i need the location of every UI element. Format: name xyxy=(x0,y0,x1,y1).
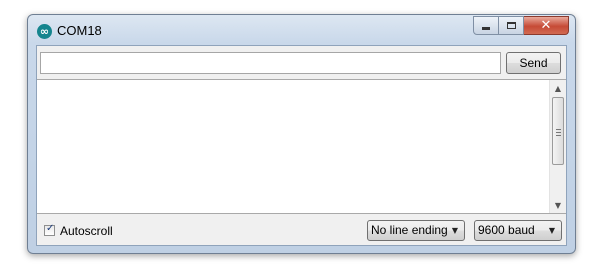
title-bar[interactable]: ∞ COM18 ✕ xyxy=(28,15,575,45)
baud-rate-value: 9600 baud xyxy=(478,223,535,237)
minimize-button[interactable] xyxy=(473,16,499,35)
line-ending-value: No line ending xyxy=(371,223,448,237)
checkmark-icon: ✓ xyxy=(46,223,55,234)
maximize-button[interactable] xyxy=(499,16,524,35)
autoscroll-checkbox[interactable]: ✓ xyxy=(44,223,55,236)
maximize-icon xyxy=(506,22,516,29)
scrollbar-thumb[interactable] xyxy=(552,97,564,165)
serial-monitor-window: ∞ COM18 ✕ Send ▲ ▼ ✓ Autoscroll No line … xyxy=(27,14,576,254)
serial-output-area[interactable]: ▲ ▼ xyxy=(37,79,566,214)
baud-rate-select[interactable]: 9600 baud ▼ xyxy=(474,220,562,241)
client-area: Send ▲ ▼ ✓ Autoscroll No line ending ▼ 9… xyxy=(36,45,567,246)
close-button[interactable]: ✕ xyxy=(524,16,569,35)
scrollbar-grip-icon xyxy=(556,129,561,136)
footer-bar: ✓ Autoscroll No line ending ▼ 9600 baud … xyxy=(37,216,566,245)
vertical-scrollbar[interactable]: ▲ ▼ xyxy=(549,80,566,213)
send-input[interactable] xyxy=(40,52,501,74)
minimize-icon xyxy=(482,27,490,30)
chevron-down-icon: ▼ xyxy=(451,226,458,235)
app-icon-glyph: ∞ xyxy=(39,25,50,38)
arduino-infinity-icon: ∞ xyxy=(37,24,52,39)
scroll-down-arrow-icon[interactable]: ▼ xyxy=(550,197,566,213)
line-ending-select[interactable]: No line ending ▼ xyxy=(367,220,465,241)
caption-buttons: ✕ xyxy=(473,16,569,35)
chevron-down-icon: ▼ xyxy=(548,226,555,235)
close-icon: ✕ xyxy=(540,18,552,33)
window-title: COM18 xyxy=(57,23,102,38)
send-button[interactable]: Send xyxy=(506,52,561,74)
autoscroll-label[interactable]: Autoscroll xyxy=(60,224,113,238)
scroll-up-arrow-icon[interactable]: ▲ xyxy=(550,80,566,96)
